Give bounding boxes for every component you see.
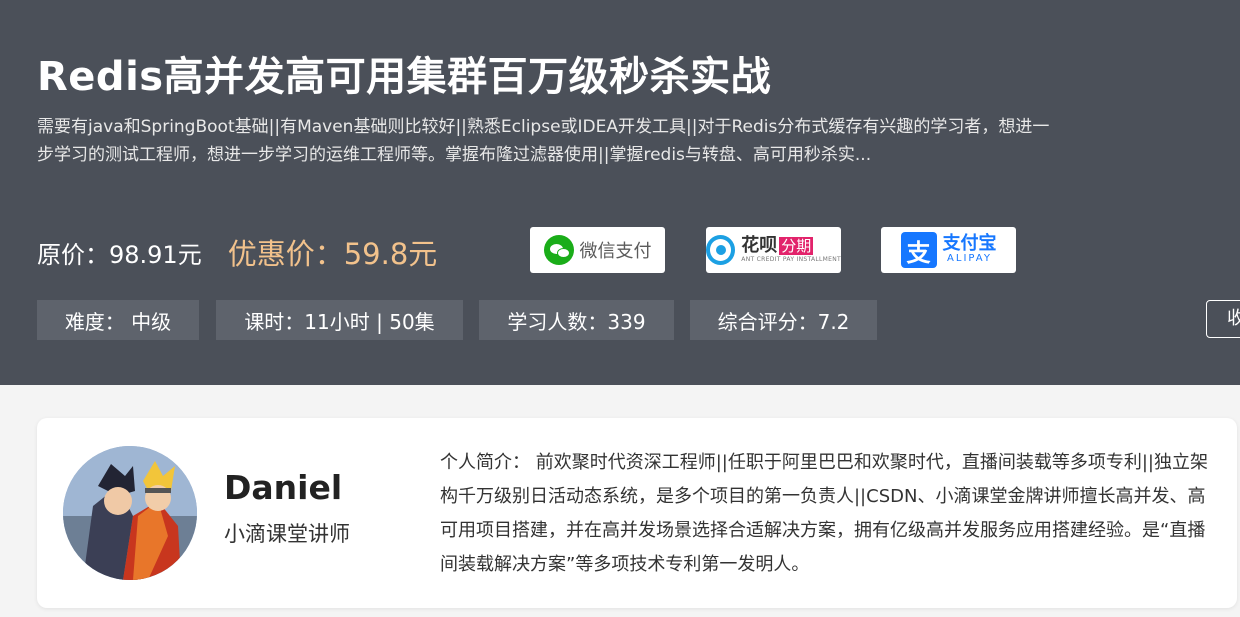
course-header: Redis高并发高可用集群百万级秒杀实战 需要有java和SpringBoot基… [0,0,1240,385]
huabei-icon [706,235,736,265]
sale-price: 优惠价：59.8元 [227,237,438,271]
teacher-name: Daniel [224,468,343,507]
alipay-icon: 支 [900,232,937,268]
wechat-pay-button[interactable]: 微信支付 [530,227,665,273]
alipay-sublabel: ALIPAY [947,253,992,264]
huabei-installment-button[interactable]: 花呗 分期 ANT CREDIT PAY INSTALLMENT [706,227,841,273]
difficulty-badge: 难度： 中级 [37,300,199,340]
huabei-label: 花呗 [741,235,778,256]
avatar [63,446,197,580]
alipay-label: 支付宝 [942,233,997,254]
avatar-image [63,446,197,580]
wechat-icon [543,235,574,265]
alipay-button[interactable]: 支 支付宝 ALIPAY [881,227,1016,273]
collect-button[interactable]: 收 [1206,300,1240,338]
course-title: Redis高并发高可用集群百万级秒杀实战 [37,54,772,100]
price-row: 原价：98.91元 优惠价：59.8元 [37,230,437,274]
rating-badge: 综合评分：7.2 [690,300,877,340]
wechat-pay-label: 微信支付 [579,241,652,262]
students-badge: 学习人数：339 [479,300,674,340]
lessons-badge: 课时：11小时 | 50集 [216,300,463,340]
original-price: 原价：98.91元 [37,240,202,269]
teacher-role: 小滴课堂讲师 [224,522,350,546]
teacher-card: Daniel 小滴课堂讲师 个人简介： 前欢聚时代资深工程师||任职于阿里巴巴和… [37,418,1237,608]
alipay-label-group: 支付宝 ALIPAY [943,235,997,265]
huabei-sublabel: ANT CREDIT PAY INSTALLMENT [741,256,841,263]
teacher-bio: 个人简介： 前欢聚时代资深工程师||任职于阿里巴巴和欢聚时代，直播间装载等多项专… [440,452,1208,575]
huabei-installment-tag: 分期 [779,237,814,255]
course-description: 需要有java和SpringBoot基础||有Maven基础则比较好||熟悉Ec… [37,117,1050,165]
huabei-label-group: 花呗 分期 ANT CREDIT PAY INSTALLMENT [741,236,841,264]
